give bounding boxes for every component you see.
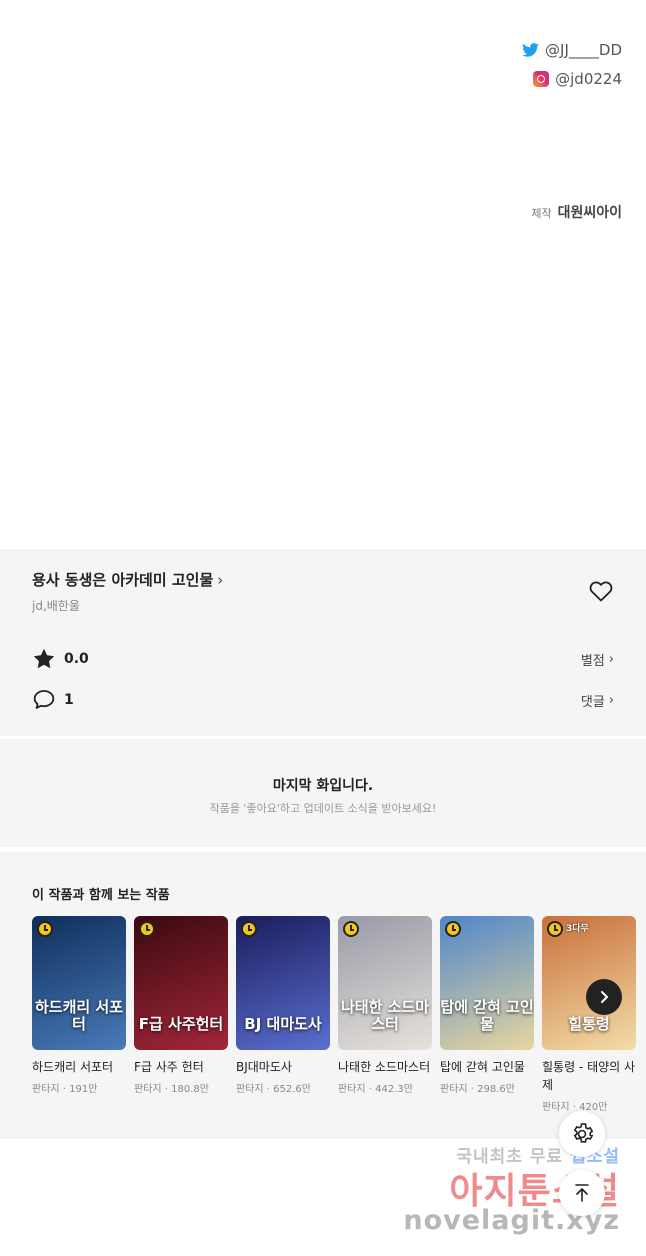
recommendation-card[interactable]: 하드캐리 서포터 하드캐리 서포터 판타지 · 191만 — [32, 916, 126, 1113]
chevron-right-icon — [601, 991, 608, 1003]
rate-button[interactable]: 별점 › — [581, 650, 614, 669]
cover-title: 힐통령 — [568, 1014, 610, 1033]
chevron-right-icon: › — [608, 692, 614, 708]
cover-thumbnail: 3다무힐통령 — [542, 916, 636, 1050]
rate-button-label: 별점 — [580, 653, 605, 669]
instagram-icon — [533, 71, 550, 87]
comments-row: 1 댓글 › — [32, 687, 614, 713]
cover-title: 하드캐리 서포터 — [34, 998, 124, 1033]
chevron-right-icon: › — [608, 651, 614, 667]
wait-free-clock-icon — [241, 921, 257, 937]
series-title: 용사 동생은 아카데미 고인물 — [32, 571, 214, 589]
recommendation-title: F급 사주 헌터 — [134, 1060, 204, 1074]
comments-button-label: 댓글 — [580, 694, 605, 710]
wait-free-clock-icon — [37, 921, 53, 937]
cover-thumbnail: 탑에 갇혀 고인물 — [440, 916, 534, 1050]
arrow-up-icon — [575, 1184, 589, 1202]
twitter-icon — [522, 43, 539, 57]
recommendation-title: BJ대마도사 — [236, 1060, 292, 1074]
wait-free-clock-icon — [343, 921, 359, 937]
cover-title: 나태한 소드마스터 — [340, 998, 430, 1033]
wait-free-clock-icon — [547, 921, 563, 937]
carousel-next-button[interactable] — [586, 979, 622, 1015]
production-label: 제작 — [531, 207, 552, 220]
recommendation-card[interactable]: F급 사주헌터 F급 사주 헌터판타지 · 180.8만 — [134, 916, 228, 1113]
instagram-handle: @jd0224 — [555, 70, 622, 88]
last-episode-title: 마지막 화입니다. — [272, 778, 374, 794]
cover-title: 탑에 갇혀 고인물 — [440, 998, 534, 1033]
recommendation-meta: 판타지 · 180.8만 — [134, 1084, 209, 1095]
recommendation-card[interactable]: 3다무힐통령힐통령 - 태양의 사제판타지 · 420만 — [542, 916, 636, 1113]
series-title-link[interactable]: 용사 동생은 아카데미 고인물 › — [32, 569, 223, 590]
rating-row: 0.0 별점 › — [32, 646, 614, 672]
cover-thumbnail: 하드캐리 서포터 — [32, 916, 126, 1050]
comment-bubble-icon — [33, 690, 55, 709]
like-heart-icon[interactable] — [589, 580, 613, 602]
page: @JJ____DD @jd0224 제작 대원씨아이 용사 동생은 아카데미 고… — [0, 0, 646, 1256]
gear-icon — [573, 1123, 594, 1143]
cover-title: F급 사주헌터 — [138, 1014, 224, 1033]
production-credit: 제작 대원씨아이 — [531, 202, 622, 222]
series-authors: jd,배한울 — [32, 599, 80, 613]
recommendation-meta: 판타지 · 652.6만 — [236, 1084, 311, 1095]
settings-button[interactable] — [559, 1111, 605, 1157]
comment-count: 1 — [64, 692, 74, 708]
recommendation-title: 나태한 소드마스터 — [338, 1060, 431, 1074]
wait-free-clock-icon — [139, 921, 155, 937]
recommendation-meta: 판타지 · 442.3만 — [338, 1084, 413, 1095]
recommendations-section: 이 작품과 함께 보는 작품 하드캐리 서포터 하드캐리 서포터 판타지 · 191… — [0, 852, 646, 1139]
twitter-handle: @JJ____DD — [545, 41, 622, 59]
twitter-credit[interactable]: @JJ____DD — [522, 41, 622, 59]
star-icon — [33, 648, 55, 669]
chevron-right-icon: › — [217, 570, 224, 589]
last-episode-subtitle: 작품을 '좋아요'하고 업데이트 소식을 받아보세요! — [209, 802, 437, 815]
recommendation-meta: 판타지 · 420만 — [542, 1102, 608, 1113]
watermark-prefix: 국내최초 무료 — [456, 1147, 564, 1167]
last-episode-notice: 마지막 화입니다. 작품을 '좋아요'하고 업데이트 소식을 받아보세요! — [0, 739, 646, 847]
scroll-top-button[interactable] — [559, 1170, 605, 1216]
comments-button[interactable]: 댓글 › — [581, 691, 614, 710]
recommendation-card[interactable]: 나태한 소드마스터 나태한 소드마스터 판타지 · 442.3만 — [338, 916, 432, 1113]
cover-thumbnail: F급 사주헌터 — [134, 916, 228, 1050]
recommendation-card[interactable]: BJ 대마도사 BJ대마도사판타지 · 652.6만 — [236, 916, 330, 1113]
recommendation-title: 하드캐리 서포터 — [32, 1060, 114, 1074]
cover-thumbnail: 나태한 소드마스터 — [338, 916, 432, 1050]
instagram-credit[interactable]: @jd0224 — [533, 70, 622, 88]
wait-free-clock-icon — [445, 921, 461, 937]
recommendation-title: 탑에 갇혀 고인물 — [440, 1060, 525, 1074]
series-info-panel: 용사 동생은 아카데미 고인물 › jd,배한울 0.0 별점 › 1 댓글 › — [0, 549, 646, 736]
cover-thumbnail: BJ 대마도사 — [236, 916, 330, 1050]
rating-value: 0.0 — [64, 651, 89, 667]
recommendations-heading: 이 작품과 함께 보는 작품 — [32, 888, 170, 903]
cover-title: BJ 대마도사 — [244, 1014, 322, 1033]
recommendation-list: 하드캐리 서포터 하드캐리 서포터 판타지 · 191만 F급 사주헌터 F급 사주 헌… — [32, 916, 636, 1113]
recommendation-meta: 판타지 · 298.6만 — [440, 1084, 515, 1095]
recommendation-meta: 판타지 · 191만 — [32, 1084, 98, 1095]
cover-badge: 3다무 — [566, 924, 589, 934]
production-company: 대원씨아이 — [557, 205, 622, 221]
recommendation-title: 힐통령 - 태양의 사제 — [542, 1060, 636, 1092]
recommendation-card[interactable]: 탑에 갇혀 고인물 탑에 갇혀 고인물 판타지 · 298.6만 — [440, 916, 534, 1113]
